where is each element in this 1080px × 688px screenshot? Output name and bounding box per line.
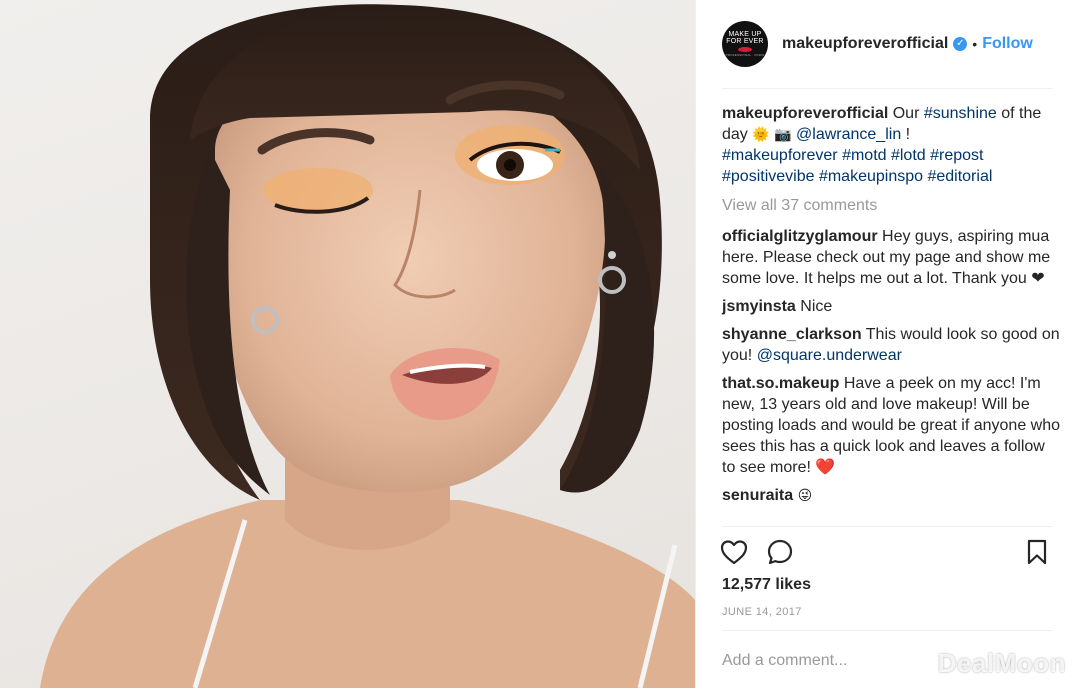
caption-text-3: ! xyxy=(905,126,911,143)
speech-bubble-icon xyxy=(767,539,793,565)
header-username[interactable]: makeupforeverofficial xyxy=(782,35,948,53)
winking-tongue-emoji-icon: 😜 xyxy=(797,487,813,503)
comment-text: Nice xyxy=(800,298,833,315)
save-button[interactable] xyxy=(1021,536,1053,568)
comment-mention[interactable]: @square.underwear xyxy=(757,347,902,364)
post-details-panel: MAKE UP FOR EVER PROFESSIONAL · PARIS ma… xyxy=(695,0,1080,688)
comment-button[interactable] xyxy=(764,536,796,568)
caption-username[interactable]: makeupforeverofficial xyxy=(722,105,888,122)
heart-outline-icon xyxy=(720,540,748,565)
hashtag-sunshine[interactable]: #sunshine xyxy=(924,105,997,122)
comment-item: shyanne_clarkson This would look so good… xyxy=(722,324,1062,366)
comment-username[interactable]: officialglitzyglamour xyxy=(722,228,878,245)
follow-button[interactable]: Follow xyxy=(982,35,1033,53)
camera-emoji-icon: 📷 xyxy=(774,126,792,142)
separator-dot: • xyxy=(972,36,978,52)
bookmark-icon xyxy=(1027,539,1047,565)
post-photo[interactable] xyxy=(0,0,695,688)
post-view: MAKE UP FOR EVER PROFESSIONAL · PARIS ma… xyxy=(0,0,1080,688)
comment-item: that.so.makeup Have a peek on my acc! I'… xyxy=(722,373,1062,478)
portrait-image xyxy=(40,4,695,688)
actions-divider xyxy=(722,526,1052,527)
add-comment-input[interactable] xyxy=(722,652,922,670)
view-all-comments-link[interactable]: View all 37 comments xyxy=(722,195,1062,216)
caption-hashtags-line1[interactable]: #makeupforever #motd #lotd #repost xyxy=(722,147,983,164)
comment-box-divider xyxy=(722,630,1052,631)
likes-count[interactable]: 12,577 likes xyxy=(722,576,811,594)
sun-emoji-icon: 🌞 xyxy=(752,126,770,142)
avatar[interactable]: MAKE UP FOR EVER PROFESSIONAL · PARIS xyxy=(722,21,768,67)
comment-item: jsmyinsta Nice xyxy=(722,296,1062,317)
heart-emoji-icon: ❤ xyxy=(1031,270,1045,287)
post-header: MAKE UP FOR EVER PROFESSIONAL · PARIS ma… xyxy=(696,0,1080,88)
avatar-logo-line2: FOR EVER xyxy=(726,38,764,45)
mention-lawrance-lin[interactable]: @lawrance_lin xyxy=(796,126,901,143)
watermark: DealMoon xyxy=(937,648,1066,678)
comments-section: makeupforeverofficial Our #sunshine of t… xyxy=(722,103,1062,513)
comment-username[interactable]: jsmyinsta xyxy=(722,298,796,315)
red-heart-emoji-icon: ❤️ xyxy=(815,459,836,476)
lips-logo-icon xyxy=(738,47,752,52)
comment-item: officialglitzyglamour Hey guys, aspiring… xyxy=(722,226,1062,289)
avatar-logo-line1: MAKE UP xyxy=(728,31,762,38)
like-button[interactable] xyxy=(718,536,750,568)
comment-item: senuraita 😜 xyxy=(722,485,1062,506)
action-bar xyxy=(718,536,1053,568)
header-divider xyxy=(722,88,1052,89)
caption: makeupforeverofficial Our #sunshine of t… xyxy=(722,103,1062,187)
caption-hashtags-line2[interactable]: #positivevibe #makeupinspo #editorial xyxy=(722,168,992,185)
comment-username[interactable]: that.so.makeup xyxy=(722,375,839,392)
avatar-logo-small: PROFESSIONAL · PARIS xyxy=(725,53,765,57)
comment-username[interactable]: shyanne_clarkson xyxy=(722,326,862,343)
caption-text-1: Our xyxy=(892,105,920,122)
verified-badge-icon: ✓ xyxy=(953,37,968,51)
post-date[interactable]: JUNE 14, 2017 xyxy=(722,606,802,618)
comment-username[interactable]: senuraita xyxy=(722,487,793,504)
